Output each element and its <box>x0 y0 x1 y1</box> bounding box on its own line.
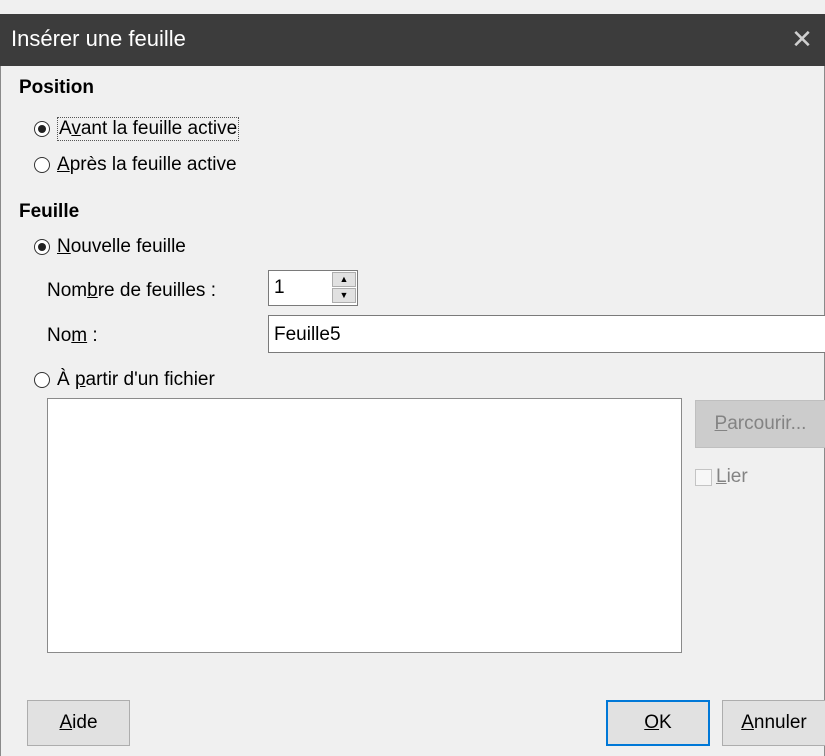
label-part: ant la feuille active <box>80 118 238 139</box>
close-icon[interactable]: ✕ <box>779 14 825 66</box>
label-part: : <box>87 325 98 346</box>
sheet-count-spinner[interactable]: 1 ▲ ▼ <box>268 270 358 306</box>
radio-indicator-checked[interactable] <box>34 239 50 255</box>
mnemonic-letter: N <box>57 236 71 257</box>
label-part: K <box>659 712 672 733</box>
label-part: nnuler <box>753 712 807 733</box>
radio-after-label: Après la feuille active <box>57 154 237 176</box>
dialog-titlebar: Insérer une feuille ✕ <box>0 14 825 66</box>
mnemonic-letter: b <box>87 280 98 301</box>
label-part: re de feuilles : <box>97 280 216 301</box>
spin-buttons: ▲ ▼ <box>332 272 356 304</box>
link-checkbox[interactable] <box>695 468 712 486</box>
radio-after-active-sheet[interactable]: Après la feuille active <box>34 154 237 176</box>
label-part: ide <box>72 712 98 733</box>
ok-button[interactable]: OK <box>606 700 710 746</box>
sheet-heading: Feuille <box>19 201 80 222</box>
mnemonic-letter: A <box>57 154 70 175</box>
label-part: ouvelle feuille <box>70 236 186 257</box>
label-part: A <box>59 118 72 139</box>
radio-before-label: Avant la feuille active <box>57 117 240 141</box>
sheet-name-label: Nom : <box>47 325 98 347</box>
mnemonic-letter: v <box>71 118 81 139</box>
mnemonic-letter: P <box>714 413 728 434</box>
link-label: Lier <box>716 466 748 488</box>
label-part: arcourir... <box>727 413 807 434</box>
cancel-button[interactable]: Annuler <box>722 700 825 746</box>
label-part: À <box>57 369 75 390</box>
spin-up-icon[interactable]: ▲ <box>332 272 356 287</box>
mnemonic-letter: p <box>74 369 86 390</box>
dialog-title: Insérer une feuille <box>11 26 186 51</box>
label-part: près la feuille active <box>69 154 237 175</box>
mnemonic-letter: m <box>71 325 88 346</box>
mnemonic-letter: O <box>644 712 660 733</box>
radio-indicator[interactable] <box>34 372 50 388</box>
label-part: No <box>47 325 72 346</box>
sheet-count-label: Nombre de feuilles : <box>47 280 216 302</box>
label-part: Nom <box>47 280 88 301</box>
radio-before-active-sheet[interactable]: Avant la feuille active <box>34 117 240 141</box>
link-checkbox-row[interactable]: Lier <box>695 466 748 488</box>
radio-indicator-checked[interactable] <box>34 121 50 137</box>
mnemonic-letter: L <box>716 466 727 487</box>
label-part: artir d'un fichier <box>85 369 215 390</box>
mnemonic-letter: A <box>741 712 754 733</box>
position-heading: Position <box>19 77 94 98</box>
radio-from-file[interactable]: À partir d'un fichier <box>34 369 215 391</box>
file-list-box[interactable] <box>47 398 682 653</box>
sheet-count-value[interactable]: 1 <box>274 277 285 299</box>
mnemonic-letter: A <box>59 712 73 733</box>
radio-new-sheet-label: Nouvelle feuille <box>57 236 186 258</box>
help-button[interactable]: Aide <box>27 700 130 746</box>
label-part: ier <box>726 466 748 487</box>
sheet-name-input[interactable]: Feuille5 <box>268 315 825 353</box>
browse-button[interactable]: Parcourir... <box>695 400 825 448</box>
radio-from-file-label: À partir d'un fichier <box>57 369 215 391</box>
radio-new-sheet[interactable]: Nouvelle feuille <box>34 236 186 258</box>
spin-down-icon[interactable]: ▼ <box>332 288 356 303</box>
radio-indicator[interactable] <box>34 157 50 173</box>
sheet-name-value[interactable]: Feuille5 <box>274 324 341 346</box>
